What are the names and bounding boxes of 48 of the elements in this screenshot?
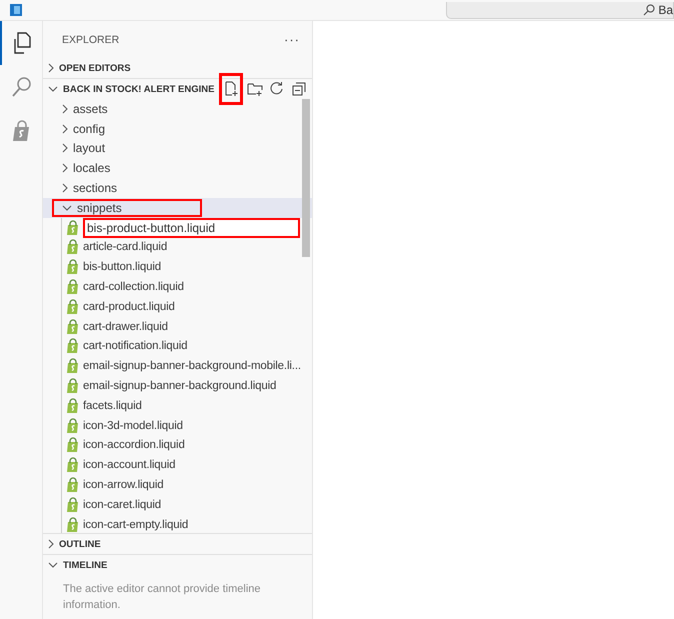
section-header[interactable]: BACK IN STOCK! ALERT ENGINE (63, 84, 214, 94)
shopping-bag-icon (65, 358, 80, 374)
more-actions-button[interactable]: ··· (284, 32, 300, 47)
folder-item[interactable]: sections (73, 181, 118, 196)
file-item[interactable]: email-signup-banner-background.liquid (83, 380, 276, 392)
shopping-bag-icon (65, 318, 80, 335)
section-header[interactable]: OPEN EDITORS (59, 62, 131, 74)
shopping-bag-icon (65, 338, 80, 354)
shopping-bag-icon (65, 398, 80, 414)
shopping-bag-icon (65, 418, 80, 434)
search-field[interactable]: Ba (446, 2, 674, 18)
file-item[interactable]: cart-notification.liquid (83, 340, 188, 352)
search-icon (643, 4, 656, 16)
file-item[interactable]: icon-caret.liquid (83, 498, 161, 511)
shopping-bag-icon (65, 477, 80, 494)
file-item[interactable]: icon-cart-empty.liquid (83, 518, 188, 531)
shopping-bag-icon (65, 220, 80, 236)
new-file-icon[interactable] (219, 73, 244, 105)
shopping-bag-icon (65, 259, 80, 276)
file-item[interactable]: facets.liquid (83, 400, 142, 412)
file-item[interactable]: icon-account.liquid (83, 459, 176, 472)
shopping-bag-icon (65, 298, 80, 315)
file-item[interactable]: card-product.liquid (83, 300, 175, 313)
file-item[interactable]: card-collection.liquid (83, 281, 184, 294)
file-item[interactable]: icon-arrow.liquid (83, 479, 164, 492)
shopping-bag-icon (65, 239, 80, 256)
file-item[interactable]: article-card.liquid (83, 241, 168, 254)
folder-item[interactable]: layout (73, 141, 106, 156)
file-item[interactable]: bis-button.liquid (83, 261, 162, 274)
file-item[interactable]: email-signup-banner-background-mobile.li... (83, 360, 301, 372)
shopping-bag-icon (65, 457, 80, 474)
section-header[interactable]: OUTLINE (59, 538, 101, 550)
shopping-bag-icon (65, 437, 80, 454)
app-icon (10, 4, 22, 16)
folder-item[interactable]: locales (73, 161, 110, 176)
file-item[interactable]: icon-3d-model.liquid (83, 420, 183, 432)
file-item[interactable]: icon-accordion.liquid (83, 439, 185, 452)
section-header[interactable]: TIMELINE (63, 560, 108, 570)
folder-item[interactable]: assets (73, 102, 108, 116)
shopping-bag-icon (65, 496, 80, 513)
shopping-bag-icon (65, 378, 80, 394)
shopping-bag-icon (65, 279, 80, 296)
timeline-message: The active editor cannot provide timeline information. (62, 582, 262, 613)
sidebar-title: EXPLORER (62, 34, 120, 46)
folder-item[interactable]: config (73, 122, 106, 136)
file-item[interactable]: cart-drawer.liquid (83, 320, 168, 333)
file-name-input[interactable]: bis-product-button.liquid (83, 218, 300, 238)
shopping-bag-icon (65, 516, 80, 533)
